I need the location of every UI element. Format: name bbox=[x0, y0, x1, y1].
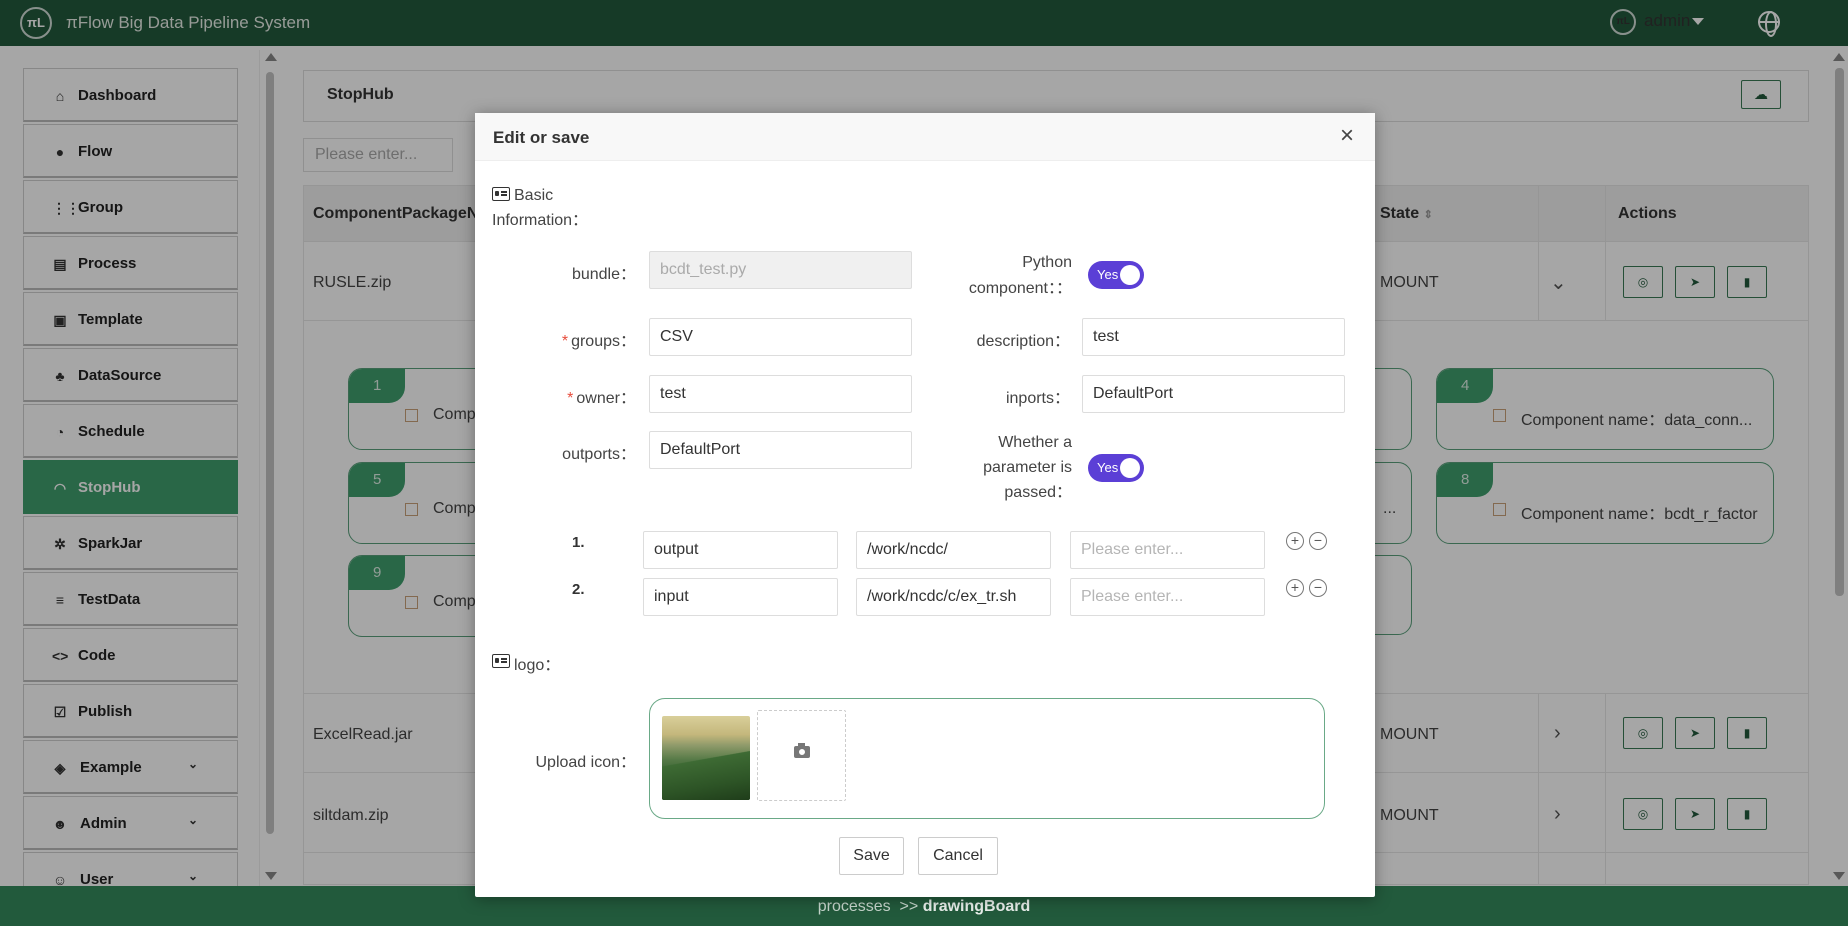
param-number: 1. bbox=[572, 534, 585, 551]
description-label: description： bbox=[976, 333, 1070, 350]
outports-field[interactable]: DefaultPort bbox=[649, 431, 912, 469]
python-component-label: Python component：： bbox=[968, 254, 1072, 297]
param-number: 2. bbox=[572, 581, 585, 598]
groups-label: * groups： bbox=[561, 333, 636, 350]
dialog-header bbox=[475, 113, 1375, 161]
add-circle-icon[interactable]: + bbox=[1286, 532, 1304, 550]
close-icon[interactable]: × bbox=[1340, 124, 1354, 148]
section-logo: logo： bbox=[514, 657, 561, 674]
groups-field[interactable]: CSV bbox=[649, 318, 912, 356]
uploaded-logo-image bbox=[662, 745, 750, 800]
param-description-input[interactable]: Please enter... bbox=[1070, 578, 1265, 616]
inports-label: inports： bbox=[1005, 390, 1070, 407]
param-path-input[interactable]: /work/ncdc/c/ex_tr.sh bbox=[856, 578, 1051, 616]
param-path-input[interactable]: /work/ncdc/ bbox=[856, 531, 1051, 569]
cancel-button[interactable]: Cancel bbox=[918, 837, 998, 875]
section-basic-information: Basic Information： bbox=[492, 187, 589, 229]
dialog-title: Edit or save bbox=[493, 128, 590, 147]
remove-circle-icon[interactable]: − bbox=[1309, 532, 1327, 550]
remove-circle-icon[interactable]: − bbox=[1309, 579, 1327, 597]
parameter-passed-toggle[interactable]: Yes bbox=[1088, 454, 1144, 482]
outports-label: outports： bbox=[562, 446, 636, 463]
param-name-input[interactable]: input bbox=[643, 578, 838, 616]
bundle-field[interactable]: bcdt_test.py bbox=[649, 251, 912, 289]
save-button[interactable]: Save bbox=[839, 837, 904, 875]
upload-area bbox=[649, 698, 1325, 819]
bundle-label: bundle： bbox=[571, 266, 636, 283]
description-field[interactable]: test bbox=[1082, 318, 1345, 356]
parameter-passed-label: Whether a parameter is passed： bbox=[983, 434, 1072, 501]
inports-field[interactable]: DefaultPort bbox=[1082, 375, 1345, 413]
param-description-input[interactable]: Please enter... bbox=[1070, 531, 1265, 569]
owner-field[interactable]: test bbox=[649, 375, 912, 413]
add-circle-icon[interactable]: + bbox=[1286, 579, 1304, 597]
id-card-icon bbox=[492, 654, 510, 668]
python-component-toggle[interactable]: Yes bbox=[1088, 261, 1144, 289]
param-name-input[interactable]: output bbox=[643, 531, 838, 569]
camera-icon bbox=[794, 743, 810, 758]
upload-icon-label: Upload icon： bbox=[535, 754, 636, 771]
owner-label: * owner： bbox=[567, 390, 636, 407]
